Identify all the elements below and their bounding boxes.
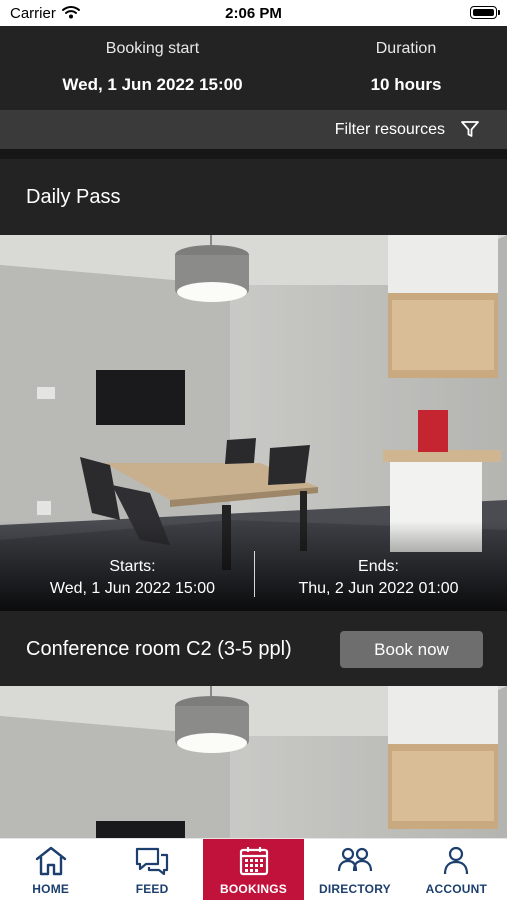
people-icon: [337, 847, 373, 872]
home-icon: [35, 846, 66, 876]
tab-account[interactable]: ACCOUNT: [406, 839, 507, 900]
status-bar: Carrier 2:06 PM: [0, 0, 507, 26]
tab-account-label: ACCOUNT: [425, 882, 488, 896]
tab-directory-label: DIRECTORY: [319, 882, 391, 896]
person-icon: [444, 846, 469, 875]
booking-start-value: Wed, 1 Jun 2022 15:00: [62, 75, 243, 94]
section-header: Daily Pass: [0, 159, 507, 235]
ends-value: Thu, 2 Jun 2022 01:00: [298, 580, 459, 597]
time-divider: [254, 551, 255, 597]
duration-value: 10 hours: [370, 75, 442, 94]
battery-icon: [470, 6, 500, 19]
starts-block: Starts: Wed, 1 Jun 2022 15:00: [10, 558, 255, 598]
booking-start-label: Booking start: [105, 40, 200, 57]
section-separator: [0, 149, 507, 159]
filter-resources-button[interactable]: Filter resources: [0, 110, 507, 149]
tab-bookings-label: BOOKINGS: [220, 882, 287, 896]
tab-home-label: HOME: [32, 882, 70, 896]
booking-start[interactable]: Booking start Wed, 1 Jun 2022 15:00: [0, 40, 305, 95]
booking-header: Booking start Wed, 1 Jun 2022 15:00 Dura…: [0, 26, 507, 110]
status-time: 2:06 PM: [225, 5, 282, 22]
ends-label: Ends:: [358, 558, 399, 575]
ends-block: Ends: Thu, 2 Jun 2022 01:00: [256, 558, 501, 598]
section-title: Daily Pass: [26, 186, 121, 208]
filter-icon: [460, 119, 480, 144]
tab-feed[interactable]: FEED: [101, 839, 202, 900]
room-photo[interactable]: Starts: Wed, 1 Jun 2022 15:00 Ends: Thu,…: [0, 235, 507, 611]
booking-duration[interactable]: Duration 10 hours: [305, 40, 507, 95]
starts-label: Starts:: [109, 558, 156, 575]
room-name: Conference room C2 (3-5 ppl): [26, 638, 292, 660]
tab-feed-label: FEED: [135, 882, 169, 896]
resource-row: Conference room C2 (3-5 ppl) Book now: [0, 611, 507, 686]
chat-icon: [136, 847, 169, 876]
calendar-icon: [239, 847, 268, 876]
tab-bookings[interactable]: BOOKINGS: [202, 839, 305, 900]
room-photo-next[interactable]: [0, 686, 507, 838]
tab-directory[interactable]: DIRECTORY: [304, 839, 405, 900]
duration-label: Duration: [375, 40, 437, 57]
filter-label: Filter resources: [334, 121, 445, 138]
book-now-button[interactable]: Book now: [340, 631, 483, 668]
starts-value: Wed, 1 Jun 2022 15:00: [49, 580, 216, 597]
tab-home[interactable]: HOME: [0, 839, 101, 900]
tab-bar: HOME FEED BOOKINGS DIRECTORY ACCOUNT: [0, 838, 507, 900]
